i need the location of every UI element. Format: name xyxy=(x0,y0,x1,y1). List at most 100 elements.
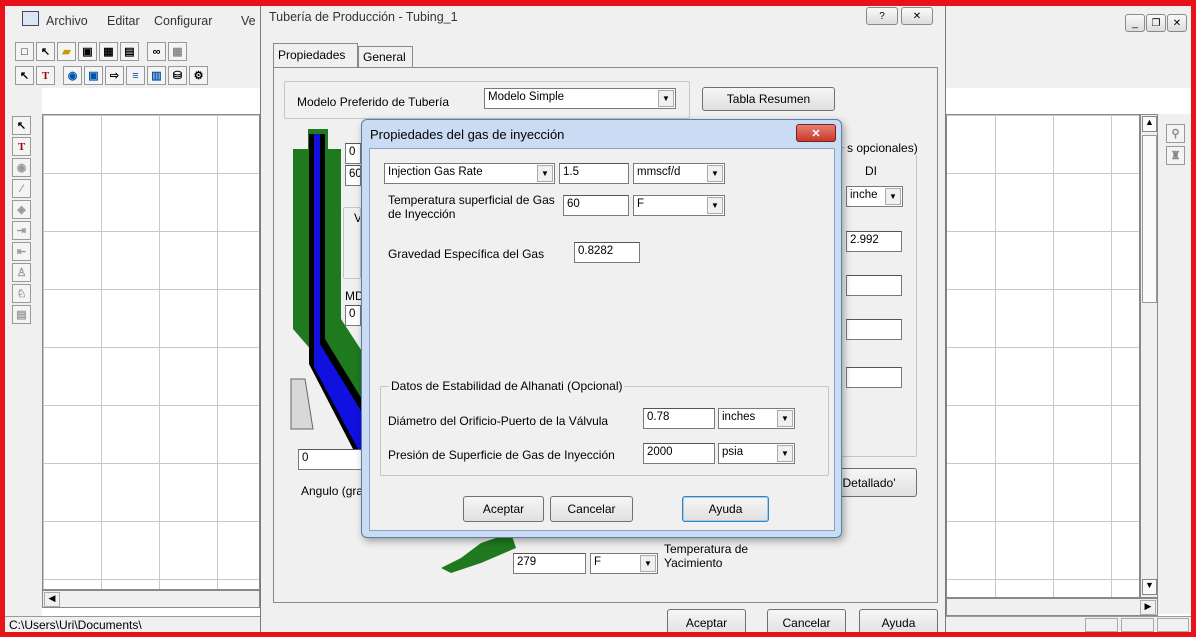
network-canvas-right[interactable] xyxy=(946,114,1140,598)
yacimiento-temp-unit[interactable]: F ▼ xyxy=(590,553,658,574)
pointer-line-icon[interactable]: ↖ xyxy=(36,42,55,61)
gas-ayuda-button[interactable]: Ayuda xyxy=(682,496,769,522)
modelo-value: Modelo Simple xyxy=(488,91,565,103)
modelo-select[interactable]: Modelo Simple ▼ xyxy=(484,88,676,109)
left-field-60[interactable]: 60 xyxy=(345,165,361,186)
save-icon[interactable]: ▣ xyxy=(78,42,97,61)
grid-icon[interactable]: ▦ xyxy=(168,42,187,61)
status-panel-2 xyxy=(1121,618,1154,632)
tubing-ayuda-button[interactable]: Ayuda xyxy=(859,609,938,636)
md-field[interactable]: 0 xyxy=(345,305,361,326)
opt-field-2[interactable] xyxy=(846,275,902,296)
opt-field-4[interactable] xyxy=(846,367,902,388)
tab-propiedades[interactable]: Propiedades xyxy=(273,43,358,67)
compressor-icon[interactable]: ⚙ xyxy=(189,66,208,85)
tubing-aceptar-button[interactable]: Aceptar xyxy=(667,609,746,636)
scroll-right-arrow[interactable]: ▶ xyxy=(1140,600,1156,615)
producer-side-icon[interactable]: ⇤ xyxy=(12,242,31,261)
select-tool-icon[interactable]: ↖ xyxy=(12,116,31,135)
chevron-down-icon: ▼ xyxy=(777,410,793,427)
binoculars-icon[interactable]: ∞ xyxy=(147,42,166,61)
chevron-down-icon: ▼ xyxy=(707,197,723,214)
vertical-scrollbar[interactable]: ▲ ▼ xyxy=(1140,114,1158,598)
menu-editar[interactable]: Editar xyxy=(107,14,140,28)
horizontal-scrollbar-left[interactable]: ◀ xyxy=(42,590,260,608)
scroll-down-arrow[interactable]: ▼ xyxy=(1142,579,1157,595)
yacimiento-temp-field[interactable]: 279 xyxy=(513,553,586,574)
presion-field[interactable]: 2000 xyxy=(643,443,715,464)
horizontal-scrollbar-right[interactable]: ▶ xyxy=(946,598,1158,616)
mdi-close-button[interactable]: ✕ xyxy=(1167,14,1187,32)
rate-type-select[interactable]: Injection Gas Rate ▼ xyxy=(384,163,555,184)
diametro-unit-select[interactable]: inches ▼ xyxy=(718,408,795,429)
stability-title: Datos de Estabilidad de Alhanati (Opcion… xyxy=(389,379,625,393)
opcionales-title: s opcionales) xyxy=(845,141,920,155)
select-arrow-icon[interactable]: ↖ xyxy=(15,66,34,85)
gravedad-label: Gravedad Específica del Gas xyxy=(388,247,545,261)
chevron-down-icon: ▼ xyxy=(658,90,674,107)
scroll-left-arrow[interactable]: ◀ xyxy=(44,592,60,607)
injector-side-icon[interactable]: ⇥ xyxy=(12,221,31,240)
tubing-icon[interactable]: ▥ xyxy=(147,66,166,85)
tubing-close-button[interactable]: ✕ xyxy=(901,7,933,25)
chevron-down-icon: ▼ xyxy=(537,165,553,182)
scroll-thumb[interactable] xyxy=(1142,135,1157,303)
diametro-label: Diámetro del Orificio-Puerto de la Válvu… xyxy=(388,414,609,428)
chevron-down-icon: ▼ xyxy=(640,555,656,572)
tubing-cancelar-button[interactable]: Cancelar xyxy=(767,609,846,636)
link-side-icon[interactable]: ⁄ xyxy=(12,179,31,198)
bottom-zero-field[interactable]: 0 xyxy=(298,449,362,470)
node-icon[interactable]: ◉ xyxy=(63,66,82,85)
di-field[interactable]: 2.992 xyxy=(846,231,902,252)
status-panel-1 xyxy=(1085,618,1118,632)
gas-dialog-close-button[interactable]: ✕ xyxy=(796,124,836,142)
tab-general-label: General xyxy=(363,50,406,64)
mdi-minimize-button[interactable]: _ xyxy=(1125,14,1145,32)
menu-configurar[interactable]: Configurar xyxy=(154,14,212,28)
gas-aceptar-button[interactable]: Aceptar xyxy=(463,496,544,522)
rate-unit-select[interactable]: mmscf/d ▼ xyxy=(633,163,725,184)
open-folder-icon[interactable]: ▰ xyxy=(57,42,76,61)
left-field-0[interactable]: 0 xyxy=(345,143,361,164)
node-side-icon[interactable]: ◉ xyxy=(12,158,31,177)
presion-unit-select[interactable]: psia ▼ xyxy=(718,443,795,464)
zoom-side-icon[interactable]: ◈ xyxy=(12,200,31,219)
yacimiento-label-2: Yacimiento xyxy=(664,556,723,570)
packer-shape xyxy=(290,378,314,430)
figure-side-icon[interactable]: ♘ xyxy=(12,284,31,303)
help-button[interactable]: ? xyxy=(866,7,898,25)
print-icon[interactable]: ▤ xyxy=(120,42,139,61)
tree-view-icon[interactable]: ⚲ xyxy=(1166,124,1185,143)
gas-cancelar-button[interactable]: Cancelar xyxy=(550,496,633,522)
temp-label-1: Temperatura superficial de Gas xyxy=(388,193,555,207)
source-icon[interactable]: ▣ xyxy=(84,66,103,85)
menu-archivo[interactable]: Archivo xyxy=(46,14,88,28)
sink-icon[interactable]: ⇨ xyxy=(105,66,124,85)
tab-general[interactable]: General xyxy=(358,46,413,67)
text-tool-icon[interactable]: T xyxy=(36,66,55,85)
mdi-restore-button[interactable]: ❐ xyxy=(1146,14,1166,32)
menu-ver[interactable]: Ve xyxy=(241,14,256,28)
diametro-field[interactable]: 0.78 xyxy=(643,408,715,429)
properties-icon[interactable]: ▦ xyxy=(99,42,118,61)
gravedad-field[interactable]: 0.8282 xyxy=(574,242,640,263)
text-tool-side-icon[interactable]: T xyxy=(12,137,31,156)
di-unit-select[interactable]: inche ▼ xyxy=(846,186,903,207)
well-icon[interactable]: ≡ xyxy=(126,66,145,85)
hierarchy-icon[interactable]: ♜ xyxy=(1166,146,1185,165)
rate-value-field[interactable]: 1.5 xyxy=(559,163,629,184)
temp-value-field[interactable]: 60 xyxy=(563,195,629,216)
app-icon[interactable] xyxy=(22,11,39,26)
yacimiento-label-1: Temperatura de xyxy=(664,542,749,556)
new-file-icon[interactable]: □ xyxy=(15,42,34,61)
pump-icon[interactable]: ⛁ xyxy=(168,66,187,85)
temp-unit-select[interactable]: F ▼ xyxy=(633,195,725,216)
scroll-up-arrow[interactable]: ▲ xyxy=(1142,116,1157,132)
opt-field-3[interactable] xyxy=(846,319,902,340)
table-side-icon[interactable]: ▤ xyxy=(12,305,31,324)
tubing-title: Tubería de Producción - Tubing_1 xyxy=(269,10,458,24)
person-side-icon[interactable]: ♙ xyxy=(12,263,31,282)
left-toolbar: ↖ T ◉ ⁄ ◈ ⇥ ⇤ ♙ ♘ ▤ xyxy=(5,88,42,628)
network-canvas-left[interactable] xyxy=(42,114,260,590)
tabla-resumen-button[interactable]: Tabla Resumen xyxy=(702,87,835,111)
